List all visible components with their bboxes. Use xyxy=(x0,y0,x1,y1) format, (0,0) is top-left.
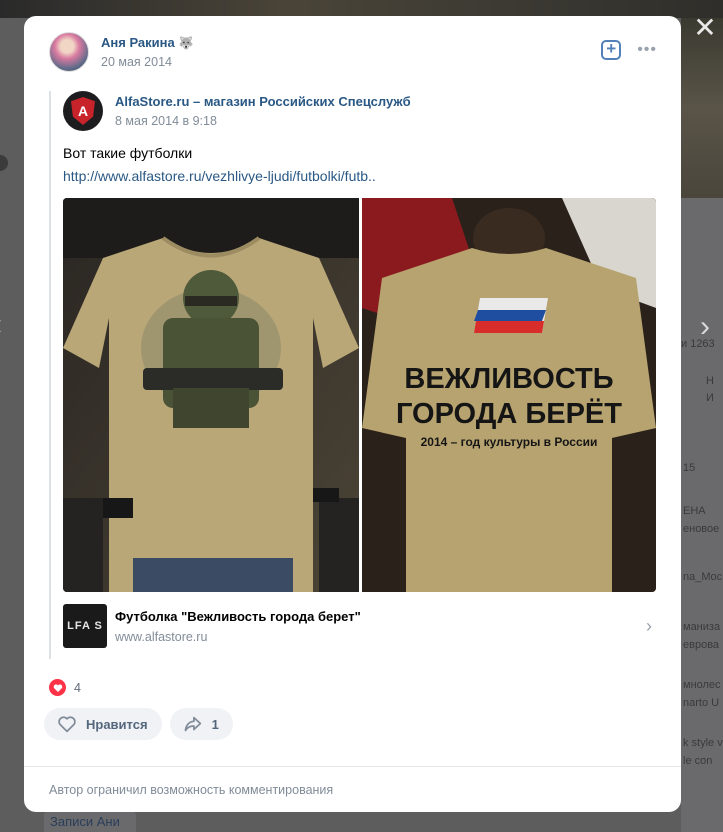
shield-logo-icon: A xyxy=(71,97,95,125)
heart-outline-icon xyxy=(58,716,76,733)
shirt-slogan-line1: ВЕЖЛИВОСТЬ xyxy=(404,363,613,395)
link-domain: www.alfastore.ru xyxy=(115,629,208,644)
link-preview-thumbnail: LFA S xyxy=(63,604,107,648)
background-text: Н xyxy=(706,375,714,387)
reactions-count: 4 xyxy=(74,680,81,695)
plus-square-icon[interactable]: + xyxy=(601,40,622,60)
link-preview-card[interactable]: LFA S Футболка "Вежливость города берет"… xyxy=(63,603,656,649)
repost-date[interactable]: 8 мая 2014 в 9:18 xyxy=(115,114,411,128)
post-header: Аня Ракина 🐺 20 мая 2014 xyxy=(49,32,194,72)
post-text: Вот такие футболки xyxy=(63,145,193,161)
chevron-right-icon: › xyxy=(646,616,652,636)
like-label: Нравится xyxy=(86,716,148,732)
wolf-emoji-icon: 🐺 xyxy=(178,35,194,50)
share-button[interactable]: 1 xyxy=(169,708,233,740)
post-date[interactable]: 20 мая 2014 xyxy=(101,55,194,69)
next-arrow-icon[interactable]: › xyxy=(700,312,710,342)
photo-tshirt-front[interactable] xyxy=(63,198,359,592)
author-block: Аня Ракина 🐺 20 мая 2014 xyxy=(101,35,194,69)
more-horizontal-icon[interactable]: ••• xyxy=(637,40,657,60)
prev-arrow-icon[interactable]: ‹ xyxy=(0,310,2,340)
group-block: AlfaStore.ru – магазин Российских Спецсл… xyxy=(115,94,411,128)
author-name-row: Аня Ракина 🐺 xyxy=(101,35,194,50)
post-modal: Аня Ракина 🐺 20 мая 2014 + ••• A AlfaSto… xyxy=(24,16,681,812)
tshirt-front-illustration xyxy=(63,198,359,592)
background-text: 15 xyxy=(683,462,696,474)
background-text: И xyxy=(706,392,714,404)
heart-reaction-icon xyxy=(49,679,66,696)
group-avatar[interactable]: A xyxy=(63,91,103,131)
background-text: мнолес xyxy=(683,679,721,691)
background-text: еврова xyxy=(683,639,720,651)
background-text: ЕНА xyxy=(683,505,706,517)
close-icon[interactable]: ✕ xyxy=(691,14,719,42)
link-info: Футболка "Вежливость города берет" www.a… xyxy=(115,609,361,644)
reactions-summary[interactable]: 4 xyxy=(49,679,81,696)
share-arrow-icon xyxy=(184,716,201,732)
background-text: le con xyxy=(683,755,713,767)
author-name[interactable]: Аня Ракина xyxy=(101,35,175,50)
share-count: 1 xyxy=(211,716,219,732)
background-text: еновое xyxy=(683,523,720,535)
post-actions: Нравится 1 xyxy=(44,708,233,740)
post-link[interactable]: http://www.alfastore.ru/vezhlivye-ljudi/… xyxy=(63,165,656,187)
photo-tshirt-back[interactable]: ВЕЖЛИВОСТЬ ГОРОДА БЕРЁТ 2014 – год культ… xyxy=(362,198,656,592)
repost-header: A AlfaStore.ru – магазин Российских Спец… xyxy=(63,91,656,131)
background-text: narto U xyxy=(683,697,720,709)
background-wall-tab[interactable]: Записи Ани xyxy=(44,810,136,832)
header-actions: + ••• xyxy=(601,40,657,60)
like-button[interactable]: Нравится xyxy=(44,708,162,740)
author-avatar[interactable] xyxy=(49,32,89,72)
shirt-slogan-line3: 2014 – год культуры в России xyxy=(421,435,598,449)
group-name[interactable]: AlfaStore.ru – магазин Российских Спецсл… xyxy=(115,94,411,109)
link-title: Футболка "Вежливость города берет" xyxy=(115,608,361,624)
photo-grid: ВЕЖЛИВОСТЬ ГОРОДА БЕРЁТ 2014 – год культ… xyxy=(63,198,656,592)
background-text: k style v xyxy=(683,737,723,749)
repost-block: A AlfaStore.ru – магазин Российских Спец… xyxy=(49,91,656,659)
tshirt-back-illustration: ВЕЖЛИВОСТЬ ГОРОДА БЕРЁТ 2014 – год культ… xyxy=(362,198,656,592)
background-cover-photo xyxy=(681,18,723,198)
background-text: na_Moc xyxy=(683,571,723,583)
comments-disabled-notice: Автор ограничил возможность комментирова… xyxy=(24,766,681,812)
shirt-slogan-line2: ГОРОДА БЕРЁТ xyxy=(396,397,622,430)
background-text: маниза xyxy=(683,621,721,633)
